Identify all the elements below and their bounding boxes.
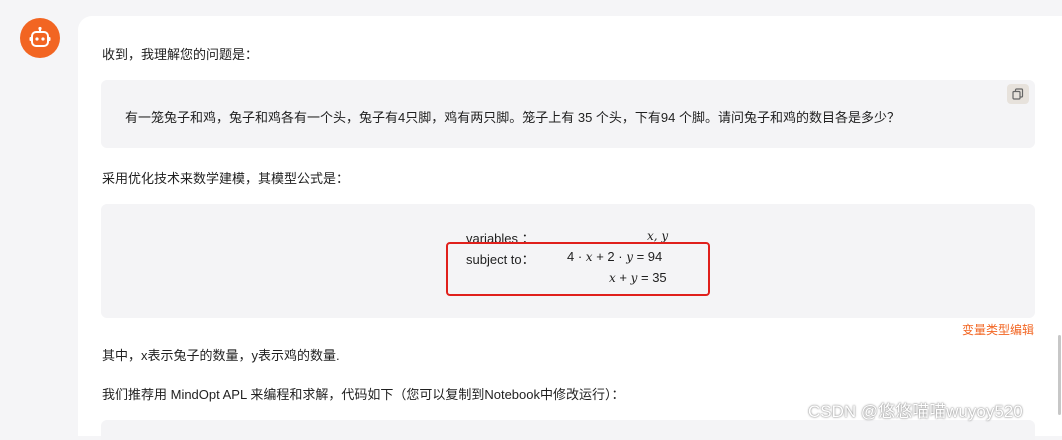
problem-quote-block: 有一笼兔子和鸡，兔子和鸡各有一个头，兔子有4只脚，鸡有两只脚。笼子上有 35 个…: [101, 80, 1035, 148]
message-intro: 收到，我理解您的问题是：: [102, 47, 259, 62]
constraint-highlight-box: [446, 242, 710, 296]
copy-icon: [1012, 88, 1024, 100]
scrollbar[interactable]: [1058, 335, 1061, 415]
watermark: CSDN @悠悠喵喵wuyoy520: [808, 402, 1023, 421]
variable-type-edit-link[interactable]: 变量类型编辑: [962, 321, 1034, 338]
copy-button[interactable]: [1007, 84, 1029, 104]
assistant-message-card: 收到，我理解您的问题是： 有一笼兔子和鸡，兔子和鸡各有一个头，兔子有4只脚，鸡有…: [78, 16, 1062, 440]
recommendation-text: 我们推荐用 MindOpt APL 来编程和求解，代码如下（您可以复制到Note…: [102, 387, 625, 402]
variables-value: x, y: [647, 229, 669, 243]
problem-text: 有一笼兔子和鸡，兔子和鸡各有一个头，兔子有4只脚，鸡有两只脚。笼子上有 35 个…: [125, 110, 900, 125]
formula-block: variables ： x, y subject to： 4 · x + 2 ·…: [101, 204, 1035, 318]
code-block: [101, 420, 1035, 440]
variable-explanation: 其中，x表示兔子的数量，y表示鸡的数量.: [102, 348, 340, 363]
robot-icon: [29, 26, 51, 47]
model-lead-text: 采用优化技术来数学建模，其模型公式是：: [102, 171, 350, 186]
assistant-avatar: [20, 18, 60, 58]
